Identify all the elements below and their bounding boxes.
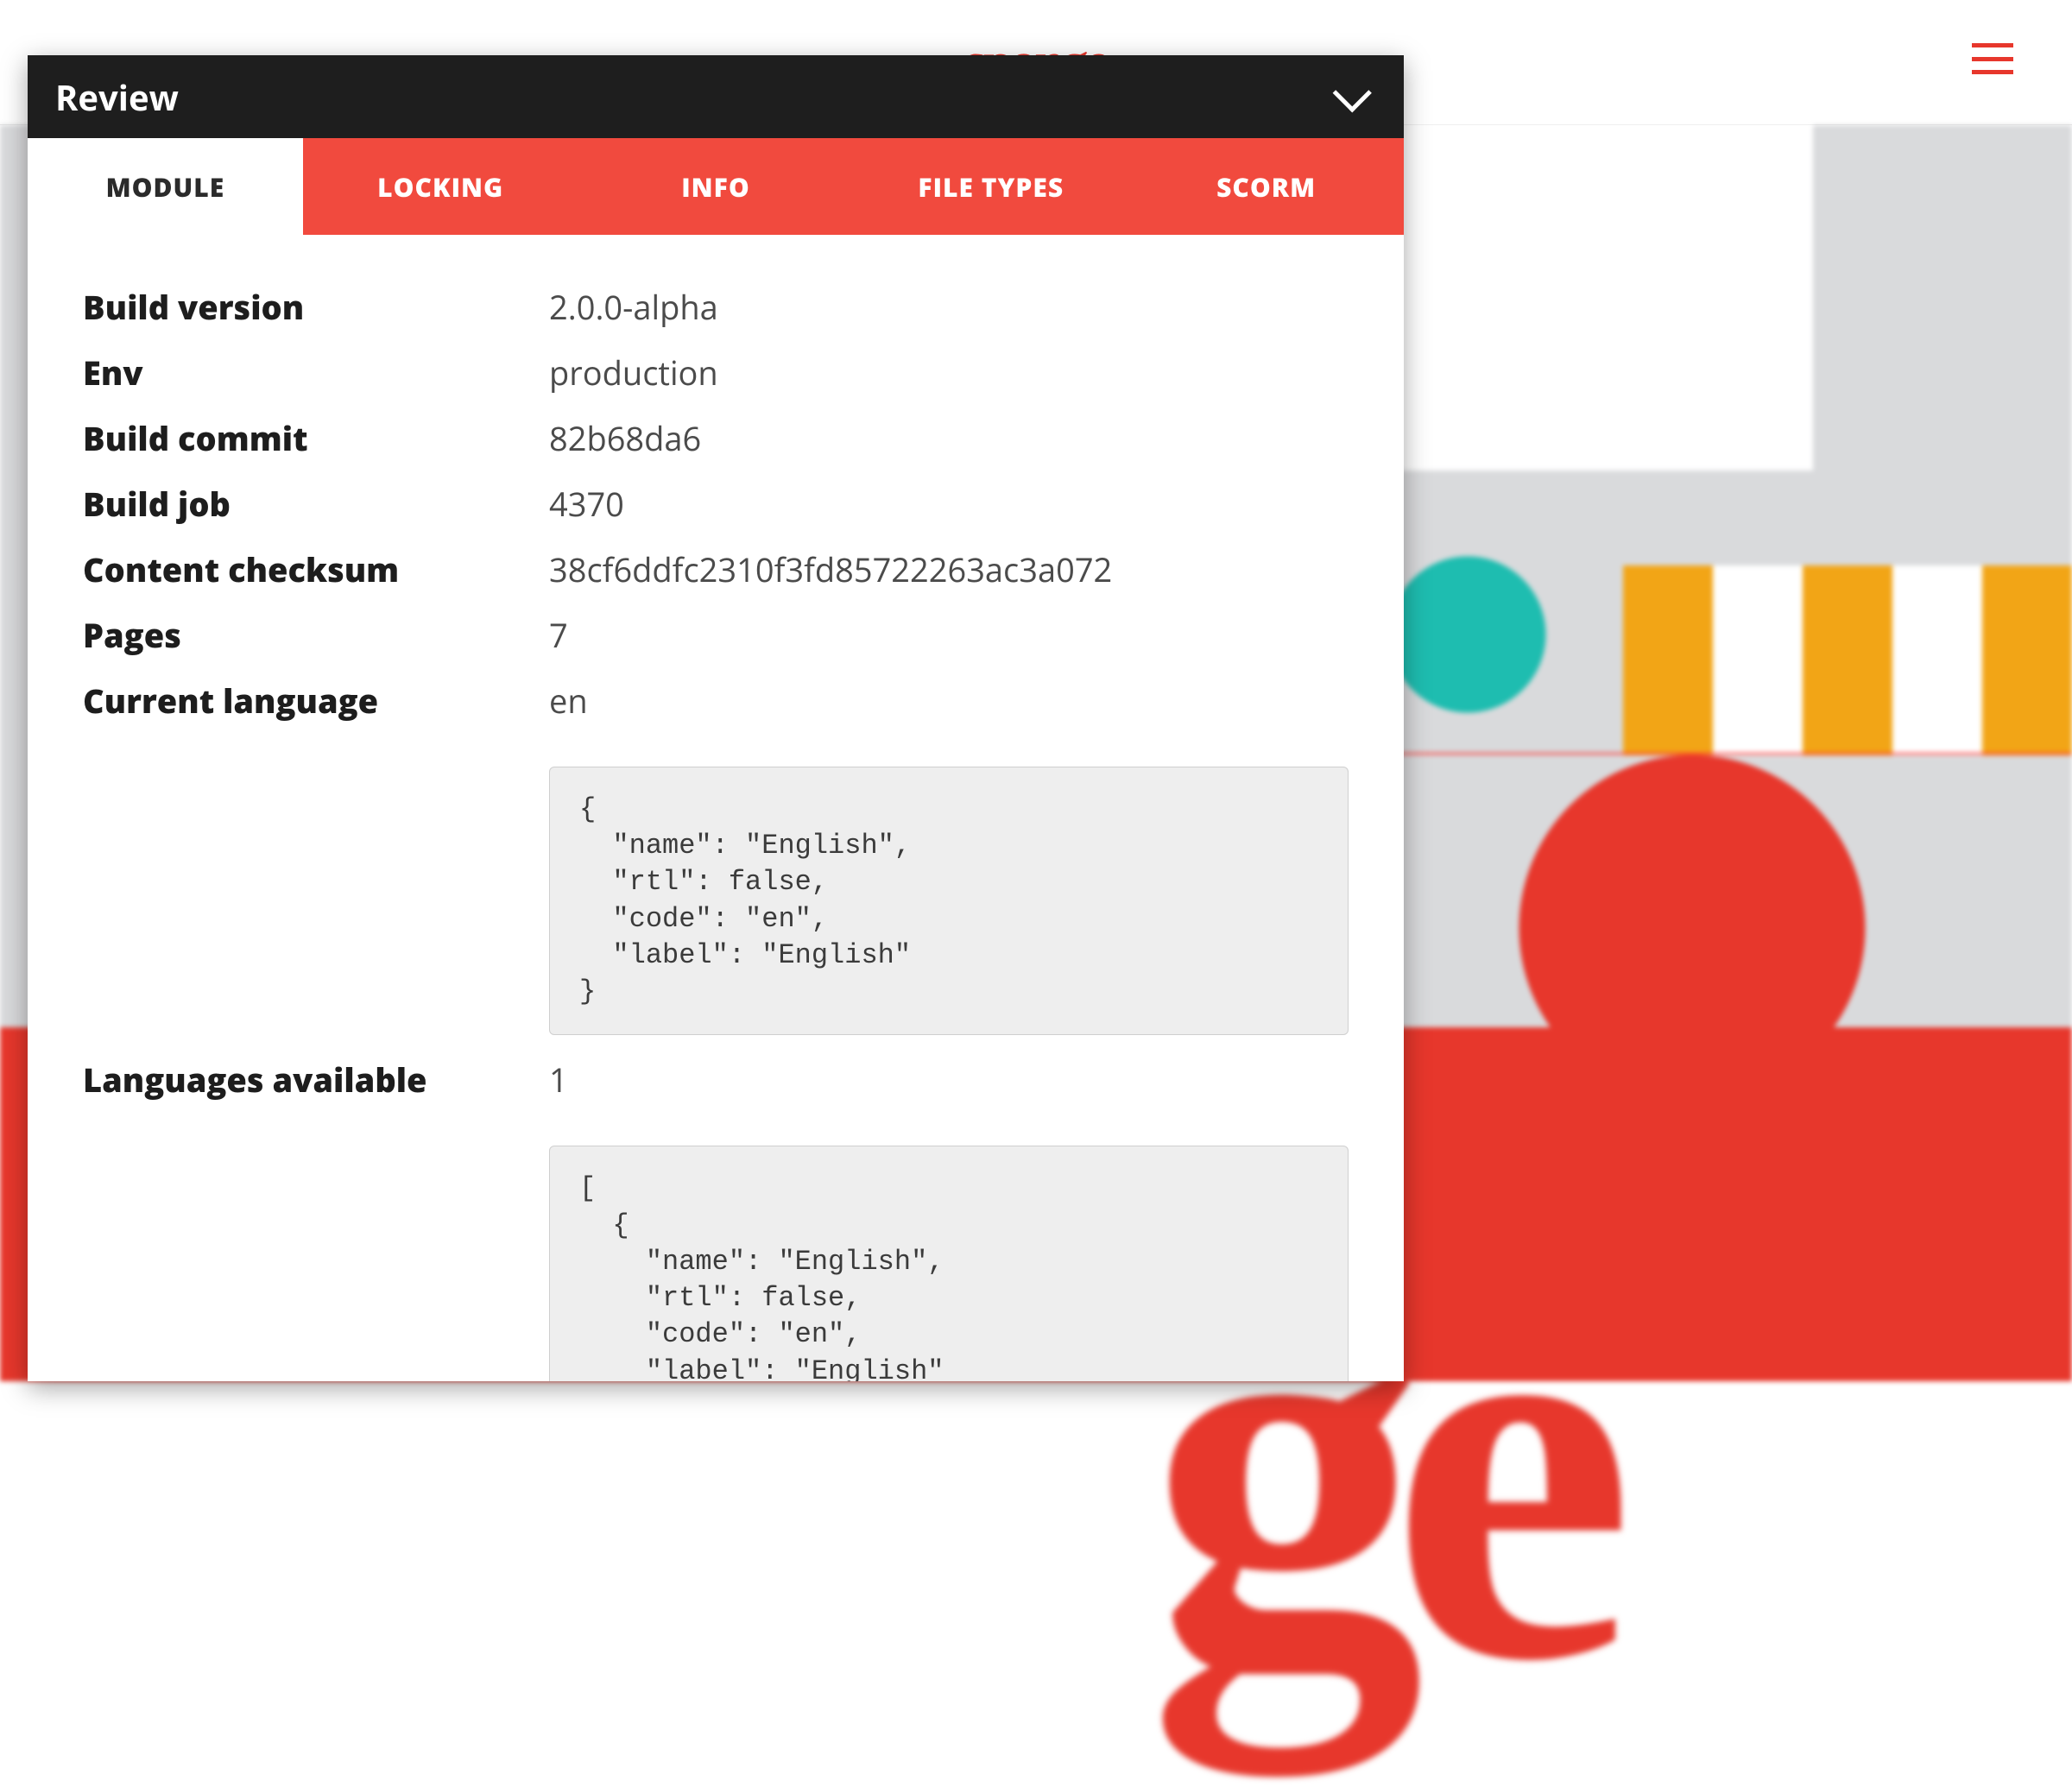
fullscreen-icon[interactable] [1734, 276, 1772, 314]
key: Build version [83, 285, 549, 330]
languages-available-json: [ { "name": "English", "rtl": false, "co… [549, 1146, 1349, 1381]
key: Env [83, 350, 549, 395]
tab-locking[interactable]: LOCKING [303, 138, 578, 235]
current-language-json: { "name": "English", "rtl": false, "code… [549, 767, 1349, 1035]
value: 38cf6ddfc2310f3fd85722263ac3a072 [549, 547, 1349, 592]
panel-body[interactable]: Build version 2.0.0-alpha Env production… [28, 235, 1404, 1381]
key: Pages [83, 613, 549, 658]
key: Build job [83, 482, 549, 527]
tab-scorm[interactable]: SCORM [1128, 138, 1404, 235]
row-build-version: Build version 2.0.0-alpha [83, 285, 1349, 330]
video-time: 00 / 00:00 [1534, 272, 1701, 319]
tab-file-types[interactable]: FILE TYPES [853, 138, 1128, 235]
panel-title: Review [55, 73, 179, 121]
row-content-checksum: Content checksum 38cf6ddfc2310f3fd857222… [83, 547, 1349, 592]
row-current-language: Current language en [83, 679, 1349, 723]
key: Content checksum [83, 547, 549, 592]
review-panel: Review MODULE LOCKING INFO FILE TYPES SC… [28, 55, 1404, 1381]
row-pages: Pages 7 [83, 613, 1349, 658]
value: 1 [549, 1058, 1349, 1102]
value: 2.0.0-alpha [549, 285, 1349, 330]
tab-module[interactable]: MODULE [28, 138, 303, 235]
hamburger-icon [1972, 43, 2013, 47]
value: 4370 [549, 482, 1349, 527]
menu-button[interactable] [1972, 43, 2013, 74]
key: Languages available [83, 1058, 549, 1102]
key: Current language [83, 679, 549, 723]
chevron-down-icon [1333, 73, 1372, 112]
row-build-commit: Build commit 82b68da6 [83, 416, 1349, 461]
row-env: Env production [83, 350, 1349, 395]
panel-header[interactable]: Review [28, 55, 1404, 138]
row-current-language-json: { "name": "English", "rtl": false, "code… [83, 744, 1349, 1035]
value: 82b68da6 [549, 416, 1349, 461]
tab-info[interactable]: INFO [578, 138, 854, 235]
value: 7 [549, 613, 1349, 658]
value: production [549, 350, 1349, 395]
key: Build commit [83, 416, 549, 461]
row-languages-available: Languages available 1 [83, 1058, 1349, 1102]
row-languages-available-json: [ { "name": "English", "rtl": false, "co… [83, 1123, 1349, 1381]
value: en [549, 679, 1349, 723]
panel-tabs: MODULE LOCKING INFO FILE TYPES SCORM [28, 138, 1404, 235]
row-build-job: Build job 4370 [83, 482, 1349, 527]
